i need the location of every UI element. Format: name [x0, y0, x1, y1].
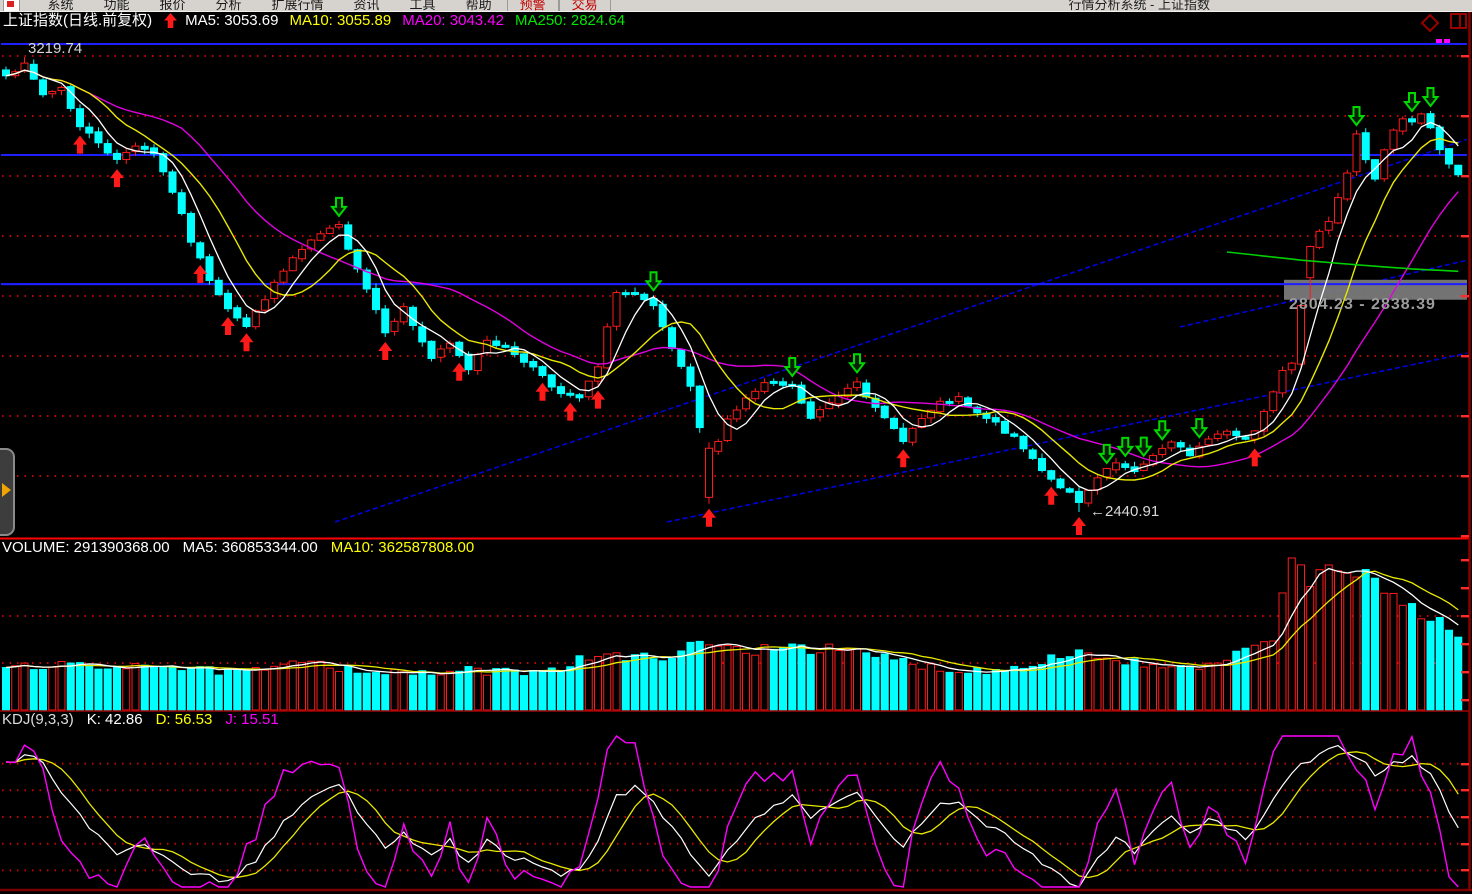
sell-arrow: [1192, 419, 1206, 437]
kdj-pane-title: KDJ(9,3,3) K: 42.86 D: 56.53 J: 15.51: [2, 711, 292, 729]
kdj-label-3: J: 15.51: [225, 711, 278, 728]
buy-arrow: [896, 449, 910, 467]
buy-arrow: [452, 363, 466, 381]
app-icon-glyph: [7, 1, 14, 7]
app-icon[interactable]: [3, 0, 20, 12]
sell-arrow: [1424, 88, 1438, 106]
volume-label-0: VOLUME: 291390368.00: [2, 539, 170, 556]
menu-item-2[interactable]: 报价: [144, 0, 200, 12]
menu-bar: 系统功能报价分析扩展行情资讯工具帮助预警交易 行情分析系统 - 上证指数: [0, 0, 1472, 12]
ma-labels: MA5: 3053.69 MA10: 3055.89 MA20: 3043.42 MA…: [185, 12, 636, 29]
buy-arrow: [193, 265, 207, 283]
expand-arrow-icon: [2, 483, 11, 497]
menu-item-3[interactable]: 分析: [201, 0, 257, 12]
main-price-pane: [0, 44, 1468, 535]
sell-arrow: [850, 354, 864, 372]
sell-arrow: [1155, 421, 1169, 439]
buy-arrow: [73, 136, 87, 154]
buy-signal-icon: [164, 13, 177, 33]
buy-arrow: [591, 391, 605, 409]
menu-item-1[interactable]: 功能: [88, 0, 144, 12]
chart-title-bar: 上证指数(日线.前复权) MA5: 3053.69MA10: 3055.89MA…: [0, 12, 1472, 31]
app-window: 系统功能报价分析扩展行情资讯工具帮助预警交易 行情分析系统 - 上证指数 上证指…: [0, 0, 1472, 894]
buy-arrow: [221, 317, 235, 335]
menu-item-hot-1[interactable]: 交易: [559, 0, 611, 12]
sell-arrow: [1350, 107, 1364, 125]
menu-item-6[interactable]: 工具: [395, 0, 451, 12]
menu-item-5[interactable]: 资讯: [339, 0, 395, 12]
ma-value-3: MA250: 2824.64: [515, 12, 625, 29]
volume-label-2: MA10: 362587808.00: [331, 539, 474, 556]
buy-arrow: [1248, 448, 1262, 466]
menu-item-hot-0[interactable]: 预警: [507, 0, 559, 12]
high-price-annotation: 3219.74: [28, 40, 82, 57]
sell-arrow: [332, 198, 346, 216]
volume-pane: [2, 558, 1462, 710]
kdj-label-1: K: 42.86: [87, 711, 143, 728]
menu-items: 系统功能报价分析扩展行情资讯工具帮助预警交易: [32, 2, 610, 12]
buy-arrow: [1044, 487, 1058, 505]
panel-expand-handle[interactable]: [0, 448, 15, 536]
ma-lines: [6, 70, 1458, 490]
diamond-icon[interactable]: [1420, 13, 1440, 33]
kdj-pane: [2, 736, 1462, 887]
sell-arrow: [785, 358, 799, 376]
volume-pane-title: VOLUME: 291390368.00 MA5: 360853344.00 MA1…: [2, 539, 487, 557]
window-caption: 行情分析系统 - 上证指数: [1068, 0, 1210, 12]
split-window-icon[interactable]: [1450, 13, 1468, 30]
menu-item-4[interactable]: 扩展行情: [257, 0, 339, 12]
kdj-label-2: D: 56.53: [156, 711, 213, 728]
chart-canvas[interactable]: [0, 0, 1472, 894]
sell-arrow: [1405, 93, 1419, 111]
corner-icons: [1414, 13, 1468, 33]
menu-item-0[interactable]: 系统: [32, 0, 88, 12]
sell-arrow: [647, 272, 661, 290]
buy-arrow: [563, 403, 577, 421]
buy-arrow: [536, 383, 550, 401]
buy-arrow: [110, 169, 124, 187]
ma-value-2: MA20: 3043.42: [402, 12, 504, 29]
kdj-label-0: KDJ(9,3,3): [2, 711, 74, 728]
menu-item-7[interactable]: 帮助: [451, 0, 507, 12]
buy-arrow: [1072, 517, 1086, 535]
volume-bars: [3, 558, 1462, 710]
volume-label-1: MA5: 360853344.00: [183, 539, 318, 556]
sell-arrow: [1137, 438, 1151, 456]
ma-value-0: MA5: 3053.69: [185, 12, 278, 29]
low-price-annotation: ←2440.91: [1090, 503, 1159, 520]
buy-arrow: [378, 342, 392, 360]
instrument-title: 上证指数(日线.前复权): [3, 12, 152, 29]
gap-range-annotation: 2804.23 - 2838.39: [1289, 296, 1436, 314]
buy-arrow: [240, 333, 254, 351]
ma-value-1: MA10: 3055.89: [289, 12, 391, 29]
